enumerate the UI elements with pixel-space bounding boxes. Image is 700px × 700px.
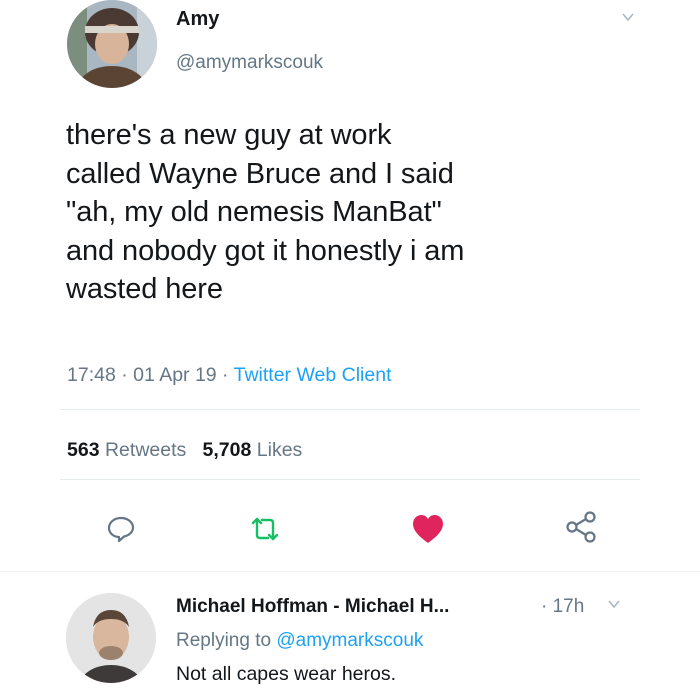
reply-time[interactable]: · 17h (541, 596, 584, 618)
share-icon (566, 511, 596, 543)
like-button[interactable] (411, 512, 445, 546)
retweets-count: 563 (67, 439, 100, 461)
heart-icon (413, 515, 443, 543)
tweet-stats: 563 Retweets 5,708 Likes (67, 439, 302, 462)
tweet-text-line: and nobody got it honestly i am (66, 234, 465, 267)
retweets-label: Retweets (104, 439, 187, 461)
tweet-text-line: "ah, my old nemesis ManBat" (66, 196, 442, 228)
reply-icon (107, 516, 135, 543)
tweet-meta: 17:48 · 01 Apr 19 · Twitter Web Client (67, 364, 391, 387)
tweet-date[interactable]: 01 Apr 19 (133, 364, 216, 386)
tweet-source[interactable]: Twitter Web Client (234, 364, 392, 386)
tweet-text-line: wasted here (66, 273, 223, 305)
replying-to: Replying to @amymarkscouk (176, 630, 423, 652)
divider (60, 409, 640, 410)
replying-to-handle[interactable]: @amymarkscouk (276, 630, 423, 651)
separator: · (115, 364, 134, 386)
retweet-icon (251, 517, 279, 541)
likes-stat[interactable]: 5,708 Likes (203, 439, 303, 461)
reply-button[interactable] (104, 512, 138, 546)
tweet-text-line: called Wayne Bruce and I said (66, 157, 454, 190)
replying-to-label: Replying to (176, 630, 272, 651)
retweet-button[interactable] (248, 512, 282, 546)
share-button[interactable] (564, 510, 598, 544)
likes-count: 5,708 (202, 439, 252, 461)
author-avatar[interactable] (67, 0, 157, 88)
reply-author-name[interactable]: Michael Hoffman - Michael H... (176, 596, 449, 618)
tweet-time[interactable]: 17:48 (67, 364, 116, 386)
author-name[interactable]: Amy (176, 8, 219, 31)
divider (0, 571, 700, 572)
reply-author-avatar[interactable] (66, 593, 156, 683)
reply-text: Not all capes wear heros. (176, 663, 397, 685)
tweet-text-line: there's a new guy at work (66, 119, 392, 151)
author-handle[interactable]: @amymarkscouk (176, 52, 323, 74)
divider (60, 479, 640, 480)
chevron-down-icon[interactable] (608, 597, 620, 609)
likes-label: Likes (256, 439, 303, 461)
tweet-text: there's a new guy at work called Wayne B… (66, 116, 646, 309)
retweets-stat[interactable]: 563 Retweets (67, 439, 186, 461)
chevron-down-icon[interactable] (622, 10, 634, 22)
separator: · (216, 364, 234, 386)
